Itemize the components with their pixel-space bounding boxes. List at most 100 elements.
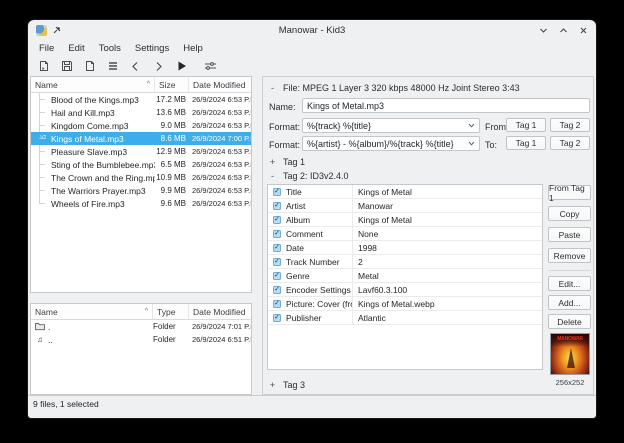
frame-value[interactable]: Kings of Metal bbox=[352, 185, 542, 198]
file-row[interactable]: Pleasure Slave.mp3 12.9 MB 26/9/2024 6:5… bbox=[31, 145, 251, 158]
file-size: 9.0 MB bbox=[155, 121, 189, 130]
previous-file-icon[interactable] bbox=[129, 60, 142, 73]
menu-settings[interactable]: Settings bbox=[128, 42, 176, 55]
column-header-date[interactable]: Date Modified bbox=[189, 304, 251, 319]
tag1-section-header[interactable]: + Tag 1 bbox=[269, 157, 305, 167]
save-icon[interactable] bbox=[60, 60, 73, 73]
from-tag2-button[interactable]: Tag 2 bbox=[550, 118, 590, 132]
column-header-name[interactable]: Name ^ bbox=[31, 77, 155, 92]
frame-value[interactable]: Manowar bbox=[352, 199, 542, 212]
frame-value[interactable]: Lavf60.3.100 bbox=[352, 283, 542, 296]
tag2-section-header[interactable]: - Tag 2: ID3v2.4.0 bbox=[269, 171, 349, 181]
tag-frame-row[interactable]: ✓ Genre Metal bbox=[268, 269, 542, 283]
frame-label: Comment bbox=[286, 229, 323, 239]
file-row[interactable]: V2 Kings of Metal.mp3 8.6 MB 26/9/2024 7… bbox=[31, 132, 251, 145]
frame-value[interactable]: Kings of Metal bbox=[352, 213, 542, 226]
frame-checkbox[interactable]: ✓ bbox=[273, 286, 281, 294]
file-size: 12.9 MB bbox=[155, 147, 189, 156]
tag-frame-row[interactable]: ✓ Title Kings of Metal bbox=[268, 185, 542, 199]
file-name: The Crown and the Ring.mp3 bbox=[31, 173, 155, 183]
maximize-icon[interactable] bbox=[558, 25, 568, 35]
delete-button[interactable]: Delete bbox=[548, 314, 591, 329]
format-up-combobox[interactable]: %{track} %{title} bbox=[302, 118, 480, 133]
add-button[interactable]: Add... bbox=[548, 295, 591, 310]
tag-frame-row[interactable]: ✓ Publisher Atlantic bbox=[268, 311, 542, 325]
file-name: Hail and Kill.mp3 bbox=[31, 108, 155, 118]
frame-checkbox[interactable]: ✓ bbox=[273, 314, 281, 322]
file-row[interactable]: Kingdom Come.mp3 9.0 MB 26/9/2024 6:53 P… bbox=[31, 119, 251, 132]
close-icon[interactable] bbox=[578, 25, 588, 35]
menu-tools[interactable]: Tools bbox=[92, 42, 128, 55]
minimize-icon[interactable] bbox=[538, 25, 548, 35]
frame-value[interactable]: 2 bbox=[352, 255, 542, 268]
collapse-icon[interactable]: - bbox=[269, 83, 276, 93]
frame-checkbox[interactable]: ✓ bbox=[273, 216, 281, 224]
collapse-icon[interactable]: - bbox=[269, 171, 276, 181]
file-row[interactable]: Wheels of Fire.mp3 9.6 MB 26/9/2024 6:53… bbox=[31, 197, 251, 210]
frame-value[interactable]: None bbox=[352, 227, 542, 240]
file-row[interactable]: The Warriors Prayer.mp3 9.9 MB 26/9/2024… bbox=[31, 184, 251, 197]
next-file-icon[interactable] bbox=[152, 60, 165, 73]
title-bar[interactable]: Manowar - Kid3 bbox=[28, 20, 596, 40]
file-row[interactable]: The Crown and the Ring.mp3 10.9 MB 26/9/… bbox=[31, 171, 251, 184]
column-header-date[interactable]: Date Modified bbox=[189, 77, 251, 92]
file-date: 26/9/2024 6:53 P.M. bbox=[189, 160, 251, 169]
chevron-down-icon bbox=[468, 141, 475, 146]
from-tag-1-button[interactable]: From Tag 1 bbox=[548, 185, 591, 200]
remove-button[interactable]: Remove bbox=[548, 248, 591, 263]
tag3-section-header[interactable]: + Tag 3 bbox=[269, 380, 305, 390]
file-row[interactable]: Hail and Kill.mp3 13.6 MB 26/9/2024 6:53… bbox=[31, 106, 251, 119]
frame-label: Picture: Cover (front) bbox=[286, 299, 352, 309]
file-row[interactable]: Sting of the Bumblebee.mp3 6.5 MB 26/9/2… bbox=[31, 158, 251, 171]
sort-ascending-icon: ^ bbox=[145, 308, 148, 315]
revert-icon[interactable] bbox=[83, 60, 96, 73]
frame-value[interactable]: 1998 bbox=[352, 241, 542, 254]
tag-frame-row[interactable]: ✓ Artist Manowar bbox=[268, 199, 542, 213]
tag-frame-row[interactable]: ✓ Date 1998 bbox=[268, 241, 542, 255]
to-tag2-button[interactable]: Tag 2 bbox=[550, 136, 590, 150]
frame-checkbox[interactable]: ✓ bbox=[273, 244, 281, 252]
expand-icon[interactable]: + bbox=[269, 380, 276, 390]
frame-value[interactable]: Atlantic bbox=[352, 311, 542, 324]
frame-checkbox[interactable]: ✓ bbox=[273, 300, 281, 308]
frame-checkbox[interactable]: ✓ bbox=[273, 272, 281, 280]
album-art-thumbnail[interactable]: MANOWAR bbox=[550, 333, 590, 375]
frame-checkbox[interactable]: ✓ bbox=[273, 258, 281, 266]
paste-button[interactable]: Paste bbox=[548, 227, 591, 242]
tag-frame-row[interactable]: ✓ Track Number 2 bbox=[268, 255, 542, 269]
filename-input[interactable]: Kings of Metal.mp3 bbox=[302, 98, 590, 113]
tag-frame-row[interactable]: ✓ Picture: Cover (front) Kings of Metal.… bbox=[268, 297, 542, 311]
column-header-size[interactable]: Size bbox=[155, 77, 189, 92]
play-icon[interactable] bbox=[175, 60, 188, 73]
folder-type: Folder bbox=[153, 335, 189, 344]
column-header-name[interactable]: Name ^ bbox=[31, 304, 153, 319]
format-down-combobox[interactable]: %{artist} - %{album}/%{track} %{title} bbox=[302, 136, 480, 151]
frame-value[interactable]: Metal bbox=[352, 269, 542, 282]
copy-button[interactable]: Copy bbox=[548, 206, 591, 221]
to-tag1-button[interactable]: Tag 1 bbox=[506, 136, 546, 150]
from-tag1-button[interactable]: Tag 1 bbox=[506, 118, 546, 132]
file-date: 26/9/2024 6:53 P.M. bbox=[189, 121, 251, 130]
file-date: 26/9/2024 6:53 P.M. bbox=[189, 95, 251, 104]
folder-row[interactable]: ♫ .. Folder 26/9/2024 6:51 P.M. bbox=[31, 333, 251, 346]
file-row[interactable]: Blood of the Kings.mp3 17.2 MB 26/9/2024… bbox=[31, 93, 251, 106]
edit-button[interactable]: Edit... bbox=[548, 276, 591, 291]
expand-icon[interactable]: + bbox=[269, 157, 276, 167]
menu-file[interactable]: File bbox=[32, 42, 61, 55]
settings-sliders-icon[interactable] bbox=[204, 60, 217, 73]
tag-frame-row[interactable]: ✓ Comment None bbox=[268, 227, 542, 241]
tag-frame-row[interactable]: ✓ Album Kings of Metal bbox=[268, 213, 542, 227]
tag-frame-row[interactable]: ✓ Encoder Settings Lavf60.3.100 bbox=[268, 283, 542, 297]
frame-checkbox[interactable]: ✓ bbox=[273, 230, 281, 238]
frame-checkbox[interactable]: ✓ bbox=[273, 202, 281, 210]
folder-row[interactable]: . Folder 26/9/2024 7:01 P.M. bbox=[31, 320, 251, 333]
playlist-icon[interactable] bbox=[106, 60, 119, 73]
frame-label: Publisher bbox=[286, 313, 321, 323]
frame-checkbox[interactable]: ✓ bbox=[273, 188, 281, 196]
open-file-icon[interactable] bbox=[37, 60, 50, 73]
frame-value[interactable]: Kings of Metal.webp bbox=[352, 297, 542, 310]
menu-help[interactable]: Help bbox=[176, 42, 210, 55]
menu-edit[interactable]: Edit bbox=[61, 42, 91, 55]
file-section-header[interactable]: - File: MPEG 1 Layer 3 320 kbps 48000 Hz… bbox=[269, 83, 520, 93]
column-header-type[interactable]: Type bbox=[153, 304, 189, 319]
